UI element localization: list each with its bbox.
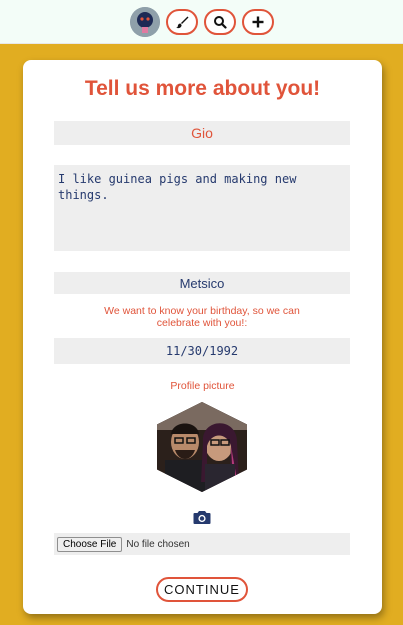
plus-icon [252,16,263,27]
profile-picture [157,402,247,492]
search-button[interactable] [203,8,236,35]
brush-button[interactable] [165,8,198,35]
birthday-label: We want to know your birthday, so we can… [104,305,300,329]
add-button[interactable] [241,8,274,35]
user-avatar[interactable] [129,6,160,37]
birthday-input[interactable] [54,338,350,364]
file-input: Choose File No file chosen [54,533,350,555]
continue-button[interactable]: CONTINUE [156,577,248,602]
top-nav-bar [0,0,403,44]
profile-form-card: Tell us more about you! I like guinea pi… [23,60,382,614]
camera-icon[interactable] [193,509,211,525]
choose-file-button[interactable]: Choose File [57,536,123,552]
file-status-text: No file chosen [126,538,190,550]
profile-photo-image [157,402,247,492]
avatar-icon [129,6,160,37]
camera-glyph [193,511,211,524]
search-icon [213,15,227,29]
page-title: Tell us more about you! [84,77,321,100]
brush-icon [175,16,188,28]
name-input[interactable] [54,121,350,145]
location-input[interactable] [54,272,350,294]
bio-textarea[interactable]: I like guinea pigs and making new things… [54,165,350,251]
profile-picture-label: Profile picture [170,380,235,392]
